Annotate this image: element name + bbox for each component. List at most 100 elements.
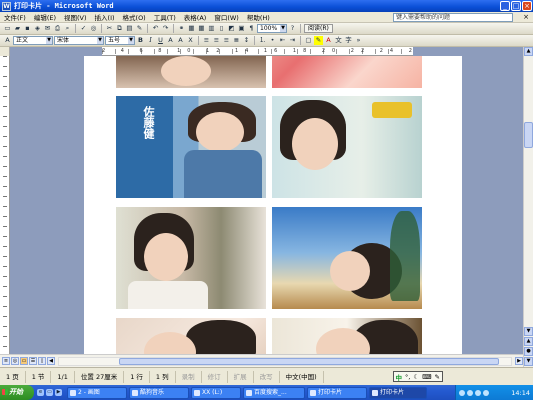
format-painter-icon[interactable]: ✎ bbox=[135, 24, 144, 33]
ie-icon[interactable]: e bbox=[37, 389, 44, 396]
vertical-scroll-thumb[interactable] bbox=[524, 122, 533, 148]
taskbar-item-kugou[interactable]: 酷狗音乐 bbox=[129, 386, 189, 399]
taskbar-item-baidu[interactable]: 百度搜索_... bbox=[243, 386, 305, 399]
insert-excel-icon[interactable]: ▥ bbox=[207, 24, 216, 33]
insert-table-icon[interactable]: ▦ bbox=[197, 24, 206, 33]
show-desktop-icon[interactable]: ▭ bbox=[46, 389, 53, 396]
research-icon[interactable]: ◎ bbox=[89, 24, 98, 33]
chevron-down-icon[interactable]: ▼ bbox=[280, 25, 286, 32]
horizontal-ruler[interactable]: 2 4 6 8 10 12 14 16 18 20 22 24 26 bbox=[10, 47, 523, 56]
photo-card[interactable] bbox=[116, 56, 266, 88]
ime-punct-icon[interactable]: °, bbox=[405, 373, 410, 381]
bold-button[interactable]: B bbox=[136, 36, 145, 45]
document-map-icon[interactable]: ▣ bbox=[237, 24, 246, 33]
menu-format[interactable]: 格式(O) bbox=[119, 12, 150, 22]
underline-button[interactable]: U bbox=[156, 36, 165, 45]
highlight-icon[interactable]: ✎ bbox=[314, 36, 323, 45]
menu-help[interactable]: 帮助(H) bbox=[243, 12, 274, 22]
maximize-button[interactable]: □ bbox=[511, 1, 521, 11]
status-overtype[interactable]: 改写 bbox=[254, 370, 280, 383]
previous-page-icon[interactable]: ▲ bbox=[524, 337, 533, 346]
char-border-icon[interactable]: A bbox=[166, 36, 175, 45]
taskbar-item-word-active[interactable]: 打印卡片 bbox=[369, 386, 427, 399]
status-extend[interactable]: 扩展 bbox=[228, 370, 254, 383]
media-player-icon[interactable]: ▶ bbox=[55, 389, 62, 396]
print-layout-icon[interactable]: ▭ bbox=[20, 357, 28, 365]
align-right-icon[interactable]: ≡ bbox=[222, 36, 231, 45]
status-pages[interactable]: 1/1 bbox=[51, 370, 75, 383]
font-size-select[interactable]: 五号 ▼ bbox=[105, 36, 135, 45]
taskbar-item-explorer[interactable]: XX (L:) bbox=[191, 386, 241, 399]
styles-pane-icon[interactable]: A bbox=[3, 36, 12, 45]
align-center-icon[interactable]: ≡ bbox=[212, 36, 221, 45]
start-button[interactable]: 开始 bbox=[0, 385, 34, 400]
read-mode-button[interactable]: 阅读(R) bbox=[304, 24, 333, 33]
increase-indent-icon[interactable]: ⇥ bbox=[288, 36, 297, 45]
photo-card[interactable] bbox=[272, 56, 422, 88]
hyperlink-icon[interactable]: ⚭ bbox=[177, 24, 186, 33]
decrease-indent-icon[interactable]: ⇤ bbox=[278, 36, 287, 45]
save-icon[interactable]: ▪ bbox=[23, 24, 32, 33]
clock[interactable]: 14:14 bbox=[511, 389, 530, 397]
close-button[interactable]: × bbox=[522, 1, 532, 11]
paste-icon[interactable]: ▤ bbox=[125, 24, 134, 33]
show-hide-icon[interactable]: ¶ bbox=[247, 24, 256, 33]
taskbar-item-word[interactable]: 打印卡片 bbox=[307, 386, 367, 399]
photo-card[interactable] bbox=[272, 96, 422, 198]
scroll-down-icon[interactable]: ▼ bbox=[524, 327, 533, 336]
font-select[interactable]: 宋体 ▼ bbox=[54, 36, 104, 45]
scroll-up-icon[interactable]: ▲ bbox=[524, 47, 533, 56]
chevron-down-icon[interactable]: ▼ bbox=[97, 37, 103, 44]
status-language[interactable]: 中文(中国) bbox=[280, 370, 324, 383]
horizontal-scroll-track[interactable] bbox=[58, 356, 512, 366]
columns-icon[interactable]: ▯ bbox=[217, 24, 226, 33]
new-document-icon[interactable]: ▭ bbox=[3, 24, 12, 33]
ime-mode-label[interactable]: 中 bbox=[396, 372, 403, 382]
photo-card[interactable]: 佐藤健 bbox=[116, 96, 266, 198]
ime-toolbar[interactable]: 中 °, ☾ ⌨ ✎ bbox=[392, 371, 443, 382]
email-icon[interactable]: ✉ bbox=[43, 24, 52, 33]
ime-moon-icon[interactable]: ☾ bbox=[413, 373, 419, 381]
browse-object-icon[interactable]: ● bbox=[524, 347, 533, 356]
status-line[interactable]: 1 行 bbox=[124, 370, 150, 383]
photo-card[interactable] bbox=[116, 207, 266, 309]
open-folder-icon[interactable]: ▰ bbox=[13, 24, 22, 33]
horizontal-scroll-thumb[interactable] bbox=[119, 357, 499, 365]
style-select[interactable]: 正文 ▼ bbox=[13, 36, 53, 45]
vertical-ruler[interactable] bbox=[0, 56, 10, 354]
next-page-icon[interactable]: ▼ bbox=[524, 357, 533, 366]
cut-icon[interactable]: ✂ bbox=[105, 24, 114, 33]
reading-view-icon[interactable]: ▯ bbox=[38, 357, 46, 365]
document-close-icon[interactable]: × bbox=[523, 13, 529, 21]
help-icon[interactable]: ? bbox=[288, 24, 297, 33]
ime-keyboard-icon[interactable]: ⌨ bbox=[422, 373, 431, 381]
menu-file[interactable]: 文件(F) bbox=[0, 12, 30, 22]
menu-tools[interactable]: 工具(T) bbox=[150, 12, 180, 22]
menu-edit[interactable]: 编辑(E) bbox=[30, 12, 60, 22]
border-icon[interactable]: ▢ bbox=[304, 36, 313, 45]
scroll-right-icon[interactable]: ▶ bbox=[515, 357, 523, 365]
normal-view-icon[interactable]: ≡ bbox=[2, 357, 10, 365]
undo-icon[interactable]: ↶ bbox=[151, 24, 160, 33]
photo-card[interactable] bbox=[272, 207, 422, 309]
char-scale-icon[interactable]: X bbox=[186, 36, 195, 45]
copy-icon[interactable]: ⧉ bbox=[115, 24, 124, 33]
scroll-left-icon[interactable]: ◀ bbox=[47, 357, 55, 365]
tables-borders-icon[interactable]: ▦ bbox=[187, 24, 196, 33]
numbering-icon[interactable]: ⒈ bbox=[258, 36, 267, 45]
tray-antivirus-icon[interactable] bbox=[475, 389, 481, 396]
ruler-tab-selector[interactable] bbox=[0, 47, 10, 56]
justify-icon[interactable]: ≣ bbox=[232, 36, 241, 45]
status-column[interactable]: 1 列 bbox=[150, 370, 176, 383]
status-track-changes[interactable]: 修订 bbox=[202, 370, 228, 383]
font-color-icon[interactable]: A bbox=[324, 36, 333, 45]
spelling-icon[interactable]: ✓ bbox=[79, 24, 88, 33]
help-search-input[interactable]: 键入需要帮助的问题 bbox=[393, 13, 513, 22]
menu-insert[interactable]: 插入(I) bbox=[91, 12, 119, 22]
tray-volume-icon[interactable] bbox=[467, 389, 473, 396]
taskbar-item-paint[interactable]: 2 - 画图 bbox=[67, 386, 127, 399]
chevron-down-icon[interactable]: ▼ bbox=[128, 37, 134, 44]
print-preview-icon[interactable]: ⌕ bbox=[63, 24, 72, 33]
tray-messenger-icon[interactable] bbox=[483, 389, 489, 396]
enclose-char-icon[interactable]: 字 bbox=[344, 36, 353, 45]
